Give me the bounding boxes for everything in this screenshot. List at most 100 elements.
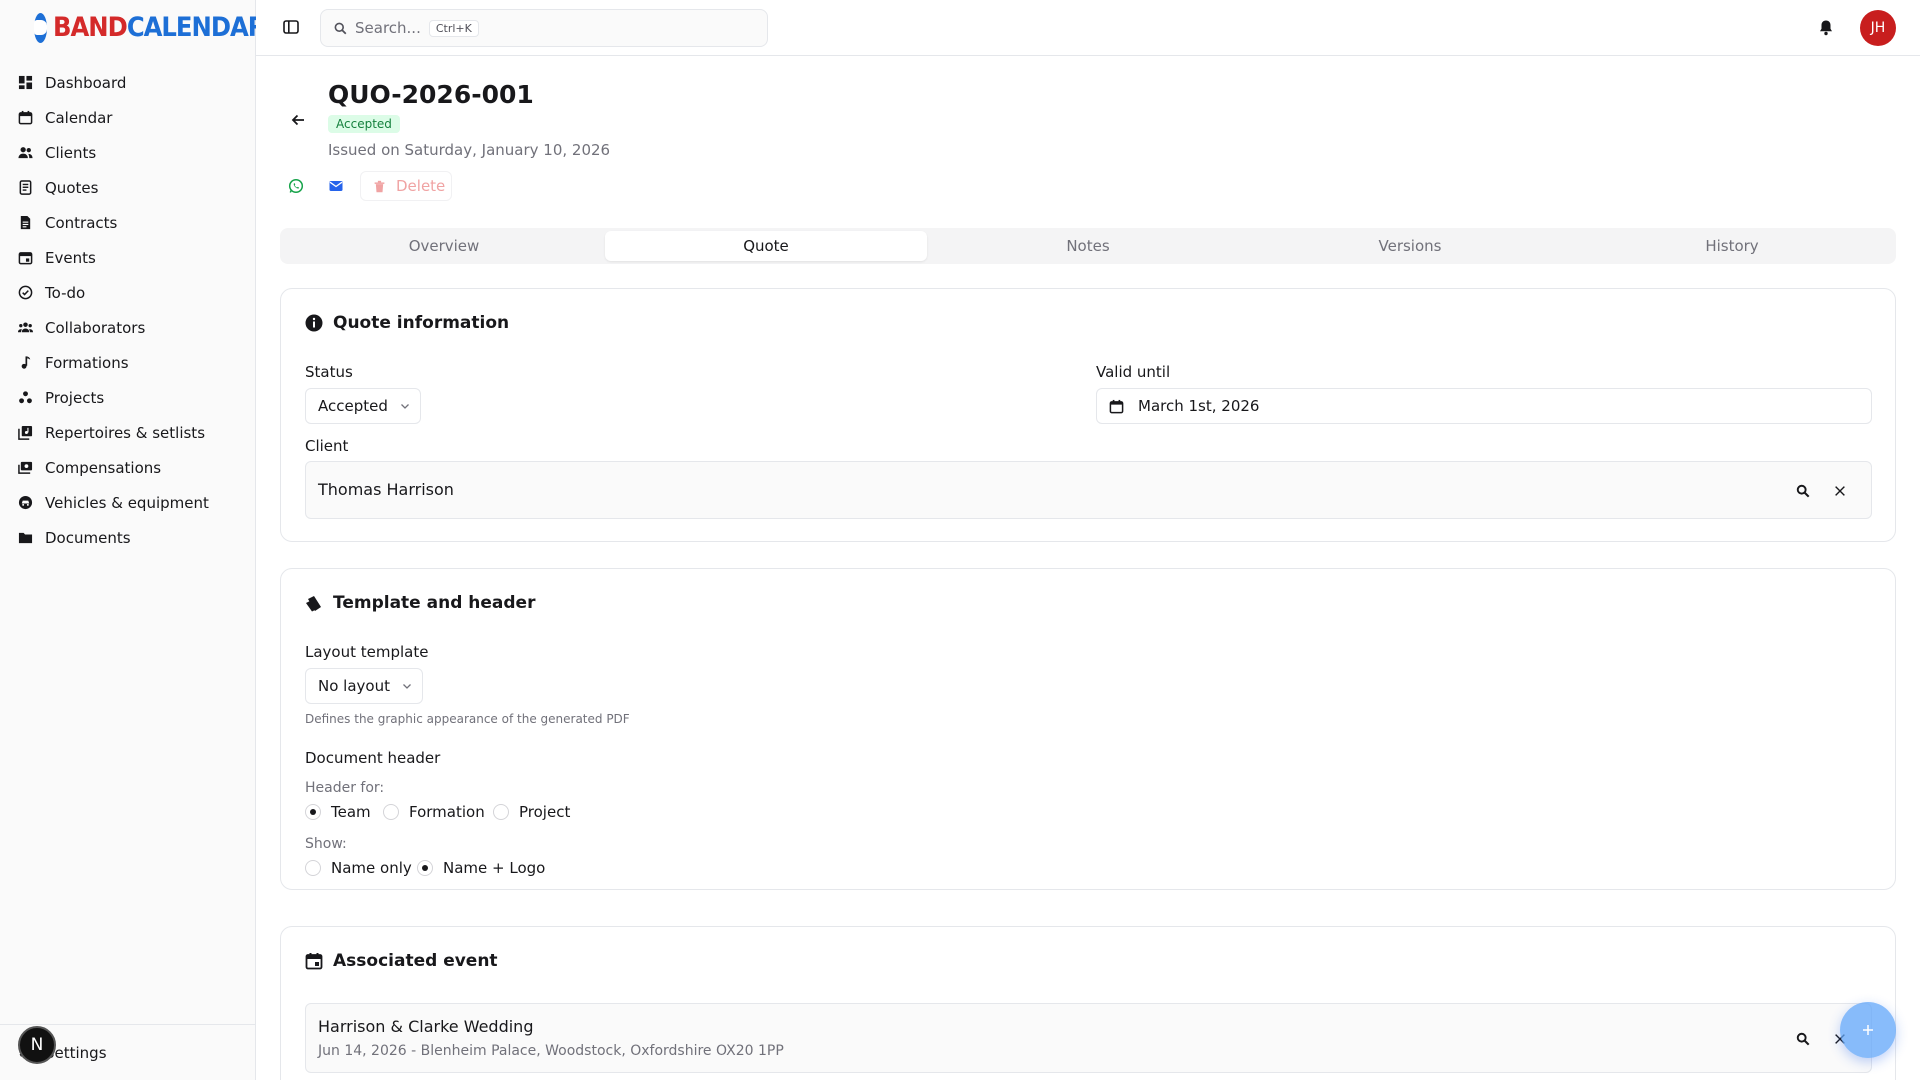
logo-icon <box>34 12 47 43</box>
client-field[interactable]: Thomas Harrison <box>305 461 1872 519</box>
sidebar-item-label: Events <box>45 248 96 267</box>
document-header-label: Document header <box>305 749 441 767</box>
sidebar-item-compensations[interactable]: Compensations <box>0 450 255 485</box>
search-shortcut: Ctrl+K <box>428 19 479 37</box>
radio-formation[interactable]: Formation <box>383 803 485 821</box>
search-icon[interactable] <box>1796 484 1810 498</box>
money-icon <box>18 461 33 474</box>
tab-versions[interactable]: Versions <box>1249 231 1571 261</box>
radio-indicator <box>383 804 399 820</box>
sidebar-item-label: Formations <box>45 353 129 372</box>
card-title: Template and header <box>305 593 535 613</box>
radio-indicator <box>305 804 321 820</box>
template-header-card: Template and header Layout template No l… <box>280 568 1896 890</box>
radio-name-only[interactable]: Name only <box>305 859 412 877</box>
sidebar-item-collaborators[interactable]: Collaborators <box>0 310 255 345</box>
radio-name-logo[interactable]: Name + Logo <box>417 859 545 877</box>
quote-information-card: Quote information Status Accepted Valid … <box>280 288 1896 542</box>
sidebar-item-label: Calendar <box>45 108 113 127</box>
back-arrow-icon[interactable] <box>290 112 306 128</box>
projects-icon <box>19 391 32 404</box>
valid-until-label: Valid until <box>1096 363 1171 381</box>
plus-icon <box>1863 1025 1873 1035</box>
users-icon <box>18 147 33 159</box>
close-icon[interactable] <box>1833 484 1847 498</box>
sidebar-item-label: Dashboard <box>45 73 127 92</box>
dashboard-icon <box>18 75 33 90</box>
logo-text: BANDCALENDAR <box>53 12 267 43</box>
event-field[interactable]: Harrison & Clarke Wedding Jun 14, 2026 -… <box>305 1003 1872 1073</box>
associated-event-card: Associated event Harrison & Clarke Weddi… <box>280 926 1896 1080</box>
tab-quote[interactable]: Quote <box>605 231 927 261</box>
user-avatar[interactable]: JH <box>1860 10 1896 46</box>
info-icon <box>305 314 323 332</box>
delete-button[interactable]: Delete <box>360 171 452 201</box>
dev-tools-badge[interactable]: N <box>18 1026 56 1064</box>
mail-icon[interactable] <box>328 178 344 194</box>
tab-overview[interactable]: Overview <box>283 231 605 261</box>
search-input[interactable]: Search... Ctrl+K <box>320 9 768 47</box>
whatsapp-icon[interactable] <box>288 178 304 194</box>
event-details: Jun 14, 2026 - Blenheim Palace, Woodstoc… <box>318 1043 784 1059</box>
layout-template-label: Layout template <box>305 643 429 661</box>
sidebar-item-label: To-do <box>45 283 86 302</box>
bell-icon[interactable] <box>1818 19 1834 36</box>
chevron-down-icon <box>403 684 411 689</box>
tab-notes[interactable]: Notes <box>927 231 1249 261</box>
sidebar-item-formations[interactable]: Formations <box>0 345 255 380</box>
search-icon <box>334 22 347 34</box>
sidebar-toggle-icon[interactable] <box>282 18 300 36</box>
show-label: Show: <box>305 836 347 852</box>
search-icon[interactable] <box>1796 1032 1810 1046</box>
radio-team[interactable]: Team <box>305 803 371 821</box>
sidebar-item-vehicles[interactable]: Vehicles & equipment <box>0 485 255 520</box>
page-title: QUO-2026-001 <box>328 80 534 109</box>
music-note-icon <box>21 356 31 369</box>
sidebar-item-quotes[interactable]: Quotes <box>0 170 255 205</box>
event-name: Harrison & Clarke Wedding <box>318 1017 534 1036</box>
sidebar-item-clients[interactable]: Clients <box>0 135 255 170</box>
folder-icon <box>18 532 33 544</box>
status-select[interactable]: Accepted <box>305 388 421 424</box>
tab-bar: Overview Quote Notes Versions History <box>280 228 1896 264</box>
card-title: Associated event <box>305 951 498 971</box>
check-circle-icon <box>18 285 33 300</box>
sidebar-item-label: Clients <box>45 143 97 162</box>
sidebar-item-documents[interactable]: Documents <box>0 520 255 555</box>
event-icon <box>18 252 33 265</box>
radio-project[interactable]: Project <box>493 803 570 821</box>
radio-indicator <box>493 804 509 820</box>
sidebar-item-repertoires[interactable]: Repertoires & setlists <box>0 415 255 450</box>
template-icon <box>306 596 321 612</box>
sidebar-item-calendar[interactable]: Calendar <box>0 100 255 135</box>
library-icon <box>18 425 33 440</box>
delete-label: Delete <box>396 177 446 195</box>
sidebar-item-dashboard[interactable]: Dashboard <box>0 65 255 100</box>
layout-template-select[interactable]: No layout <box>305 668 423 704</box>
app-logo[interactable]: BANDCALENDAR <box>0 0 267 55</box>
sidebar-item-projects[interactable]: Projects <box>0 380 255 415</box>
sidebar-item-label: Collaborators <box>45 318 146 337</box>
layout-template-hint: Defines the graphic appearance of the ge… <box>305 712 630 726</box>
topbar: Search... Ctrl+K JH <box>256 0 1920 56</box>
status-value: Accepted <box>318 397 388 415</box>
contract-icon <box>20 215 31 230</box>
valid-until-value: March 1st, 2026 <box>1138 397 1260 415</box>
header-for-label: Header for: <box>305 780 385 796</box>
radio-indicator <box>305 860 321 876</box>
status-badge: Accepted <box>328 115 400 133</box>
trash-icon <box>374 180 385 192</box>
sidebar-item-contracts[interactable]: Contracts <box>0 205 255 240</box>
floating-add-button[interactable] <box>1840 1002 1896 1058</box>
tab-history[interactable]: History <box>1571 231 1893 261</box>
sidebar-item-events[interactable]: Events <box>0 240 255 275</box>
sidebar-item-label: Repertoires & setlists <box>45 423 206 442</box>
quote-icon <box>19 180 32 195</box>
event-icon <box>305 953 323 970</box>
sidebar-item-label: Documents <box>45 528 131 547</box>
sidebar-item-todo[interactable]: To-do <box>0 275 255 310</box>
calendar-icon <box>18 110 33 125</box>
valid-until-date-picker[interactable]: March 1st, 2026 <box>1096 388 1872 424</box>
search-placeholder: Search... <box>355 19 421 37</box>
issued-date: Issued on Saturday, January 10, 2026 <box>328 141 611 159</box>
